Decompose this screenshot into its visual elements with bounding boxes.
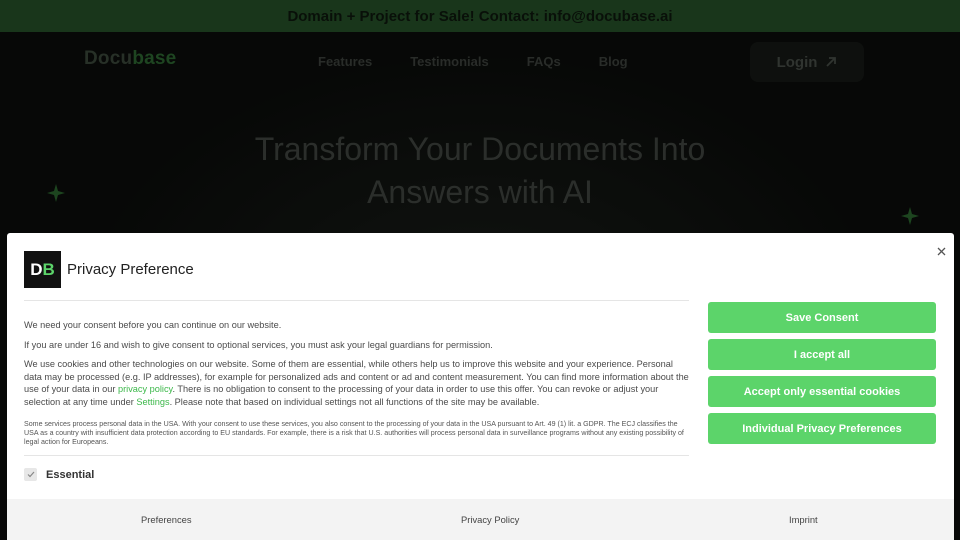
brand-letter-b: B xyxy=(42,259,55,279)
essential-checkbox[interactable] xyxy=(24,468,37,481)
consent-paragraph-1: We need your consent before you can cont… xyxy=(24,320,282,330)
consent-text-c: . Please note that based on individual s… xyxy=(169,396,540,407)
save-consent-button[interactable]: Save Consent xyxy=(708,302,936,333)
checkmark-icon xyxy=(27,471,34,478)
consent-paragraph-3: We use cookies and other technologies on… xyxy=(24,358,690,408)
brand-logo: DB xyxy=(24,251,61,288)
close-icon xyxy=(937,247,945,255)
essential-category: Essential xyxy=(24,468,94,481)
individual-preferences-button[interactable]: Individual Privacy Preferences xyxy=(708,413,936,444)
consent-paragraph-2: If you are under 16 and wish to give con… xyxy=(24,339,493,350)
consent-text: We need your consent before you can cont… xyxy=(24,319,690,409)
footer-privacy-policy-link[interactable]: Privacy Policy xyxy=(461,514,519,525)
settings-link[interactable]: Settings xyxy=(136,397,169,407)
privacy-policy-link[interactable]: privacy policy xyxy=(118,384,172,394)
usa-data-notice: Some services process personal data in t… xyxy=(24,420,684,447)
accept-essential-button[interactable]: Accept only essential cookies xyxy=(708,376,936,407)
brand-letter-d: D xyxy=(30,259,43,279)
footer-preferences-link[interactable]: Preferences xyxy=(141,514,192,525)
close-button[interactable] xyxy=(933,243,949,259)
modal-title: Privacy Preference xyxy=(67,261,194,278)
modal-footer: Preferences Privacy Policy Imprint xyxy=(7,499,954,540)
privacy-modal: DB Privacy Preference We need your conse… xyxy=(7,233,954,540)
footer-imprint-link[interactable]: Imprint xyxy=(789,514,818,525)
essential-label: Essential xyxy=(46,468,95,481)
consent-buttons: Save Consent I accept all Accept only es… xyxy=(708,302,936,450)
divider xyxy=(24,455,689,456)
divider xyxy=(24,300,689,301)
accept-all-button[interactable]: I accept all xyxy=(708,339,936,370)
